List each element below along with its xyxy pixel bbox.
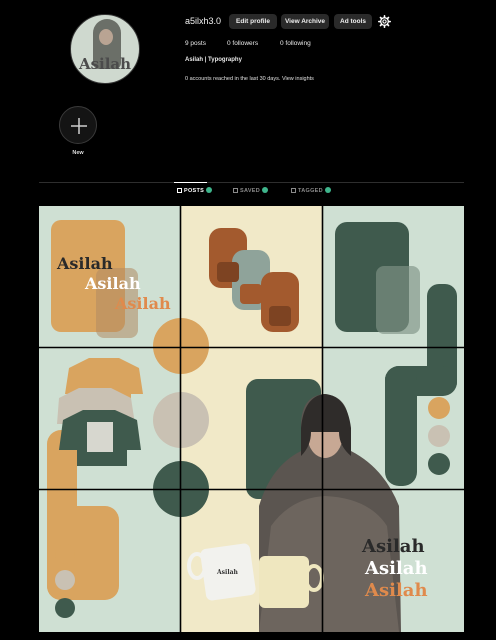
check-badge-icon — [262, 187, 269, 193]
post-tile-2[interactable] — [181, 206, 322, 347]
tab-posts[interactable]: POSTS — [177, 187, 213, 194]
post-tile-3[interactable] — [323, 206, 464, 347]
view-archive-button[interactable]: View Archive — [281, 14, 329, 29]
post-tile-5[interactable] — [181, 348, 322, 489]
bio-name: Asilah | Typography — [185, 57, 242, 63]
tabs-divider — [39, 182, 464, 183]
tab-saved-label: SAVED — [240, 188, 261, 194]
tab-posts-label: POSTS — [184, 188, 205, 194]
view-insights-link[interactable]: View insights — [282, 76, 314, 82]
posts-grid: Asilah Asilah Asilah Asilah Asilah Asila… — [39, 206, 464, 632]
post-tile-9[interactable] — [323, 490, 464, 631]
check-badge-icon — [206, 187, 213, 193]
ad-tools-button[interactable]: Ad tools — [334, 14, 372, 29]
followers-count[interactable]: 0 followers — [227, 40, 258, 47]
bookmark-icon — [233, 188, 238, 193]
new-highlight-button[interactable] — [59, 106, 97, 144]
check-badge-icon — [324, 187, 331, 193]
tab-saved[interactable]: SAVED — [233, 187, 269, 194]
new-highlight-label: New — [72, 150, 84, 156]
avatar-face — [99, 29, 113, 45]
avatar-brand-text: Asilah — [78, 55, 132, 73]
gear-icon[interactable] — [378, 15, 391, 28]
post-tile-8[interactable] — [181, 490, 322, 631]
tab-tagged-label: TAGGED — [298, 188, 323, 194]
profile-avatar[interactable]: Asilah — [70, 14, 140, 84]
active-tab-indicator — [174, 182, 207, 183]
grid-icon — [177, 188, 182, 193]
edit-profile-button[interactable]: Edit profile — [229, 14, 277, 29]
following-count[interactable]: 0 following — [280, 40, 311, 47]
tab-tagged[interactable]: TAGGED — [291, 187, 331, 194]
tag-icon — [291, 188, 296, 193]
insights-text: 0 accounts reached in the last 30 days. … — [185, 76, 314, 82]
insights-summary: 0 accounts reached in the last 30 days. — [185, 76, 281, 82]
plus-icon — [71, 118, 87, 134]
post-tile-1[interactable] — [39, 206, 180, 347]
posts-count: 9 posts — [185, 40, 206, 47]
post-tile-7[interactable] — [39, 490, 180, 631]
post-tile-6[interactable] — [323, 348, 464, 489]
post-tile-4[interactable] — [39, 348, 180, 489]
username: a5ilxh3.0 — [185, 16, 222, 26]
